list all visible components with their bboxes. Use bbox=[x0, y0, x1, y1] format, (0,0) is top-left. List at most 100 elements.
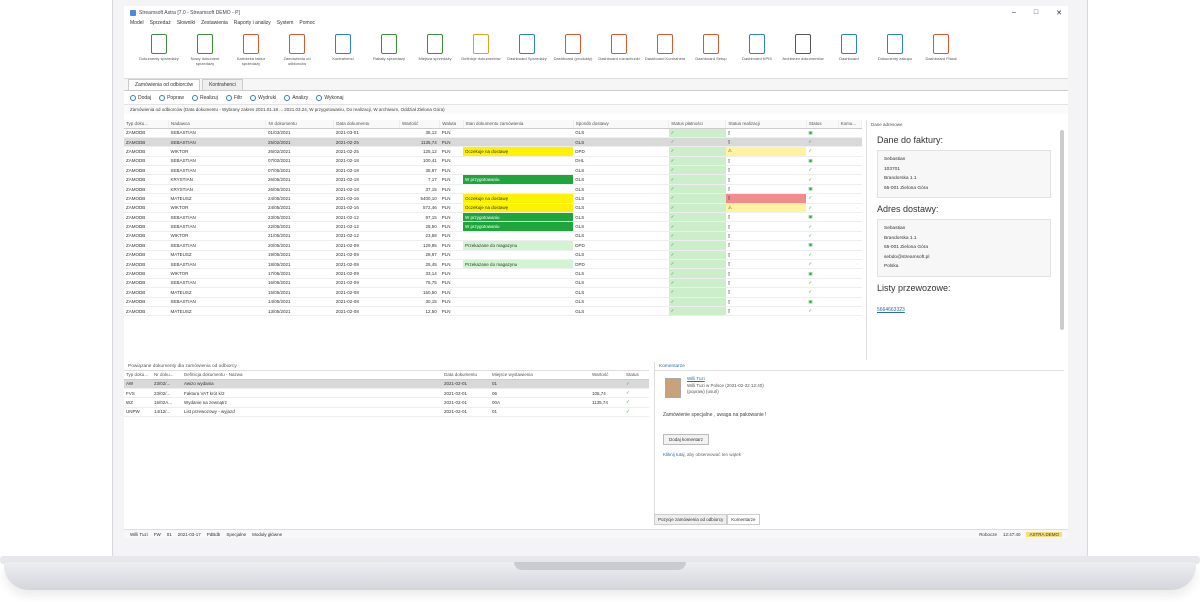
toolbar-analizy-button[interactable]: Analizy bbox=[284, 94, 308, 101]
minimize-icon[interactable]: – bbox=[1012, 9, 1016, 17]
table-row[interactable]: ZAMODB SEBASTIAN 22/05/2021 2021-02-12 28,50… bbox=[124, 221, 862, 232]
cell-state bbox=[463, 278, 574, 289]
column-header[interactable]: Waluta bbox=[439, 120, 464, 129]
table-row[interactable]: ZAMODB SEBASTIAN 25/02/2021 2021-02-25 1135,… bbox=[124, 137, 862, 148]
ribbon-button[interactable]: Dokumenty sprzedaży bbox=[136, 31, 182, 76]
column-header[interactable]: Sposób dostawy bbox=[573, 120, 670, 129]
maximize-icon[interactable]: □ bbox=[1034, 9, 1038, 17]
ribbon-button[interactable]: Dashboard KPIS bbox=[734, 31, 780, 76]
ribbon-button[interactable]: Dokumenty zakupu bbox=[872, 31, 918, 76]
table-row[interactable]: ZAMODB SEBASTIAN 23/05/2021 2021-02-12 97,15… bbox=[124, 212, 862, 223]
ribbon-button[interactable]: Dashboard bbox=[826, 31, 872, 76]
column-header[interactable]: Status płatności bbox=[668, 120, 727, 129]
payment-status-cell: ✓ bbox=[668, 278, 726, 289]
column-header[interactable]: Status bbox=[624, 371, 649, 380]
waybill-link[interactable]: 5664663323 bbox=[877, 307, 905, 313]
add-comment-button[interactable]: Dodaj komentarz bbox=[663, 434, 710, 445]
ribbon-button[interactable]: Rabaty sprzedaży bbox=[366, 31, 412, 76]
table-row[interactable]: ZAMODB MATEUSZ 24/05/2021 2021-02-16 5400,10… bbox=[124, 193, 862, 204]
toolbar-dodaj-button[interactable]: Dodaj bbox=[130, 94, 151, 101]
column-header[interactable]: Nr dokumentu bbox=[265, 120, 335, 129]
payment-status-cell: ✓ bbox=[668, 193, 726, 204]
ribbon-button[interactable]: Zamówienia od odbiorców bbox=[274, 31, 320, 76]
ribbon-button[interactable]: Dashboard rozrachunki bbox=[596, 31, 642, 76]
table-row[interactable]: ZAMODB WIKTOR 17/05/2021 2021-02-09 33,14 PLN… bbox=[124, 268, 862, 279]
column-header[interactable]: Typ doku... bbox=[124, 120, 169, 129]
cell-type: ZAMODB bbox=[124, 137, 169, 148]
table-row[interactable]: ZAMODB MATEUSZ 13/05/2021 2021-02-08 12,50 PL… bbox=[124, 306, 862, 317]
table-row[interactable]: ZAMODB SEBASTIAN 07/02/2021 2021-02-18 100,4… bbox=[124, 156, 862, 167]
ribbon-button[interactable]: Dashboard Fiskal bbox=[918, 31, 964, 76]
ribbon-button[interactable]: Definicje dokumentów bbox=[458, 31, 504, 76]
column-header[interactable]: Komu... bbox=[838, 120, 863, 129]
table-row[interactable]: ZAMODB KRYSTIAN 26/05/2021 2021-02-18 37,15 P… bbox=[124, 184, 862, 195]
toolbar-filtr-button[interactable]: Filtr bbox=[225, 94, 242, 101]
menu-item-pomoc[interactable]: Pomoc bbox=[299, 20, 315, 29]
realization-status-cell: ▯ bbox=[725, 268, 807, 279]
toolbar-wykonaj-button[interactable]: Wykonaj bbox=[316, 94, 343, 101]
column-header[interactable]: Status bbox=[806, 120, 839, 129]
column-header[interactable]: Stan dokumentu zamówienia bbox=[463, 120, 574, 129]
toolbar-popraw-button[interactable]: Popraw bbox=[159, 94, 184, 101]
ribbon-button[interactable]: Miejsca sprzedaży bbox=[412, 31, 458, 76]
menu-item-system[interactable]: System bbox=[277, 20, 294, 29]
ribbon-button[interactable]: Dashboard Kontrahent bbox=[642, 31, 688, 76]
ribbon-button[interactable]: Nowy dokument sprzedaży bbox=[182, 31, 228, 76]
table-row[interactable]: AW 23/02/... Awizo wydania 2021-02-01 01 ✓ bbox=[124, 379, 649, 389]
column-header[interactable]: Nadawca bbox=[168, 120, 267, 129]
menu-item-raporty-i-analizy[interactable]: Raporty i analizy bbox=[234, 20, 271, 29]
comment-text: Zamówienie specjalne , uwaga na pakowani… bbox=[663, 412, 767, 418]
ribbon-button[interactable]: Dashboard Sprzedaży bbox=[504, 31, 550, 76]
toolbar-wydruki-button[interactable]: Wydruki bbox=[250, 94, 276, 101]
table-row[interactable]: ZAMODB WIKTOR 26/02/2021 2021-02-25 125,12 PL… bbox=[124, 146, 862, 157]
menu-item-sprzedaż[interactable]: Sprzedaż bbox=[150, 20, 171, 29]
column-header[interactable]: Wartość bbox=[399, 120, 441, 129]
toolbar-realizuj-button[interactable]: Realizuj bbox=[192, 94, 218, 101]
cell-date: 2021-02-18 bbox=[333, 165, 400, 176]
table-row[interactable]: UNPW 14/12/... List przewozowy - wyjazd 202… bbox=[124, 407, 649, 418]
menu-item-model[interactable]: Model bbox=[130, 20, 144, 29]
side-scrollbar[interactable] bbox=[1060, 130, 1064, 330]
table-row[interactable]: ZAMODB SEBASTIAN 20/05/2021 2021-02-09 129,9… bbox=[124, 240, 862, 251]
tab-contractors[interactable]: Kontrahenci bbox=[202, 79, 243, 90]
column-header[interactable]: Data dokumentu bbox=[442, 371, 490, 380]
ribbon-button[interactable]: Kontrahenci bbox=[320, 31, 366, 76]
ribbon-button[interactable]: Dashboard (produkty) bbox=[550, 31, 596, 76]
column-header[interactable]: Wartość bbox=[590, 371, 624, 380]
menu-item-słowniki[interactable]: Słowniki bbox=[177, 20, 195, 29]
ribbon-button[interactable]: Dashboard Setup bbox=[688, 31, 734, 76]
table-row[interactable]: ZAMODB MATEUSZ 15/05/2021 2021-02-08 150,50 P… bbox=[124, 287, 862, 298]
table-row[interactable]: ZAMODB WIKTOR 21/05/2021 2021-02-12 23,58 PLN… bbox=[124, 231, 862, 242]
column-header[interactable]: Typ doku... bbox=[124, 371, 152, 380]
table-row[interactable]: ZAMODB SEBASTIAN 18/05/2021 2021-02-09 25,45… bbox=[124, 259, 862, 270]
table-row[interactable]: ZAMODB MATEUSZ 19/05/2021 2021-02-09 28,97 PL… bbox=[124, 250, 862, 260]
table-row[interactable]: ZAMODB SEBASTIAN 16/05/2021 2021-02-09 75,75… bbox=[124, 278, 862, 289]
table-row[interactable]: FVS 23/02/... Faktura VAT krót k/2 2021-02-… bbox=[124, 388, 649, 399]
ribbon-label: Definicje dokumentów bbox=[461, 56, 501, 61]
ribbon-button[interactable]: Kartoteka faktur sprzedaży bbox=[228, 31, 274, 76]
cell-value: 7,17 bbox=[399, 174, 440, 185]
cell-sender: SEBASTIAN bbox=[168, 259, 266, 270]
bottom-tab[interactable]: Komentarze bbox=[727, 514, 760, 525]
column-header[interactable]: Definicja dokumentu - Nazwa bbox=[182, 371, 442, 380]
table-row[interactable]: WZ 16/02A... Wydanie na zewnątrz 2021-02-01… bbox=[124, 397, 649, 408]
ribbon-button[interactable]: Archiwum dokumentów bbox=[780, 31, 826, 76]
column-header[interactable]: Status realizacji bbox=[725, 120, 807, 129]
table-row[interactable]: ZAMODB SEBASTIAN 01/03/2021 2021-03-01 35,12… bbox=[124, 128, 862, 138]
bottom-tab[interactable]: Pozycje zamówienia od odbiorcy bbox=[654, 514, 728, 525]
cell-nr: 17/05/2021 bbox=[265, 268, 334, 279]
column-header[interactable]: Data dokumentu bbox=[333, 120, 400, 129]
comment-edit-links[interactable]: (popraw) (usuń) bbox=[687, 389, 764, 396]
table-row[interactable]: ZAMODB KRYSTIAN 26/05/2021 2021-02-18 7,17 PL… bbox=[124, 174, 862, 185]
close-icon[interactable]: ✕ bbox=[1056, 9, 1062, 17]
table-row[interactable]: ZAMODB WIKTOR 24/05/2021 2021-02-16 572,46 PL… bbox=[124, 203, 862, 214]
table-row[interactable]: ZAMODB SEBASTIAN 07/05/2021 2021-02-18 35,97… bbox=[124, 165, 862, 176]
tab-orders[interactable]: Zamówienia od odbiorców bbox=[128, 79, 201, 90]
table-row[interactable]: ZAMODB SEBASTIAN 14/05/2021 2021-02-08 30,15… bbox=[124, 297, 862, 307]
check-circle-icon: ✓ bbox=[670, 308, 675, 314]
column-header[interactable]: Nr doku... bbox=[152, 371, 182, 380]
menu-item-zestawienia[interactable]: Zestawienia bbox=[201, 20, 228, 29]
watch-thread-link[interactable]: Kliknij tutaj bbox=[663, 452, 685, 457]
window-title: Streamsoft Astra [7.0 - Streamsoft DEMO … bbox=[139, 10, 240, 16]
column-header[interactable]: Miejsce wystawienia bbox=[490, 371, 590, 380]
